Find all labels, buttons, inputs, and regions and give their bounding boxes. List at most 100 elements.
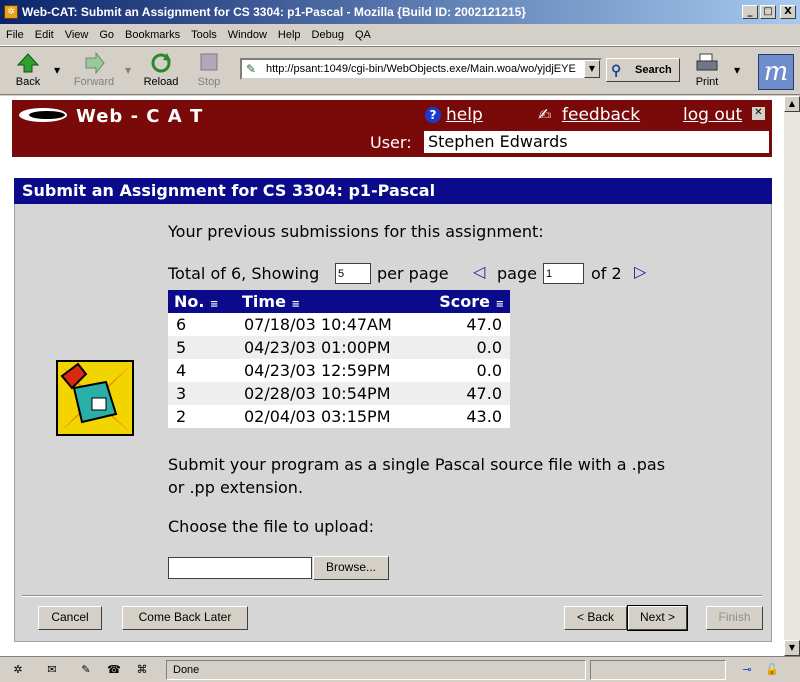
irc-icon[interactable]: ⌘ (134, 663, 150, 677)
cell-score: 47.0 (408, 313, 510, 336)
menu-bookmarks[interactable]: Bookmarks (119, 25, 185, 41)
feedback-link[interactable]: feedback (562, 105, 640, 125)
page-input[interactable] (543, 263, 584, 284)
reload-button[interactable]: Reload (142, 52, 180, 88)
online-status-icon[interactable]: ⊸ (736, 663, 758, 677)
print-button[interactable]: Print (690, 52, 724, 88)
choose-file-label: Choose the file to upload: (168, 517, 374, 536)
minimize-button[interactable]: _ (742, 5, 758, 19)
next-step-button[interactable]: Next > (627, 605, 688, 631)
table-row[interactable]: 5 04/23/03 01:00PM 0.0 (168, 336, 510, 359)
security-lock-icon: 🔓 (765, 663, 779, 676)
forward-dropdown-icon[interactable]: ▼ (125, 66, 131, 75)
sort-icon: ≡ (210, 299, 219, 310)
window-title: Web-CAT: Submit an Assignment for CS 330… (22, 5, 526, 19)
back-button[interactable]: Back (12, 52, 44, 88)
submit-illustration-icon (56, 360, 134, 436)
cell-score: 47.0 (408, 382, 510, 405)
reload-icon (149, 52, 173, 74)
forward-button[interactable]: Forward (70, 51, 118, 88)
menu-view[interactable]: View (59, 25, 94, 41)
next-page-icon[interactable]: ▷ (634, 262, 646, 281)
scroll-up-icon[interactable]: ▲ (784, 96, 800, 112)
search-icon: ⚲ (611, 62, 622, 78)
mozilla-logo-icon: m (758, 54, 794, 90)
cell-number: 2 (168, 405, 236, 428)
menu-window[interactable]: Window (222, 25, 272, 41)
col-header-number[interactable]: No. ≡ (168, 290, 236, 313)
back-step-button[interactable]: < Back (564, 606, 627, 630)
reload-label: Reload (143, 76, 179, 88)
composer-icon[interactable]: ✎ (78, 663, 94, 677)
cell-number: 3 (168, 382, 236, 405)
progress-cell (590, 660, 726, 680)
navigator-icon[interactable]: ✲ (10, 663, 26, 677)
print-dropdown-icon[interactable]: ▼ (734, 66, 740, 75)
printer-icon (695, 52, 719, 74)
stop-button[interactable]: Stop (194, 52, 224, 88)
maximize-button[interactable]: □ (760, 5, 776, 19)
cell-time: 07/18/03 10:47AM (236, 313, 408, 336)
come-back-later-button[interactable]: Come Back Later (122, 606, 248, 630)
menu-qa[interactable]: QA (349, 25, 376, 41)
forward-arrow-icon (82, 51, 106, 75)
cell-time: 02/04/03 03:15PM (236, 405, 408, 428)
close-button[interactable]: X (780, 5, 796, 19)
total-text: Total of 6, Showing (168, 264, 320, 283)
back-dropdown-icon[interactable]: ▼ (54, 66, 60, 75)
finish-button[interactable]: Finish (706, 606, 763, 630)
url-bar[interactable]: ✎ http://psant:1049/cgi-bin/WebObjects.e… (240, 58, 602, 80)
mail-icon[interactable]: ✉ (44, 663, 60, 677)
cell-number: 6 (168, 313, 236, 336)
vertical-scrollbar[interactable]: ▲ ▼ (784, 96, 800, 656)
cell-time: 04/23/03 01:00PM (236, 336, 408, 359)
per-page-input[interactable] (335, 263, 371, 284)
menu-bar: File Edit View Go Bookmarks Tools Window Help De… (0, 25, 800, 46)
page-count-text: of 2 (591, 264, 622, 283)
table-row[interactable]: 3 02/28/03 10:54PM 47.0 (168, 382, 510, 405)
col-header-time[interactable]: Time ≡ (236, 290, 408, 313)
brand-name: Web - C A T (76, 106, 204, 127)
logout-icon[interactable]: ✕ (752, 107, 765, 120)
mozilla-app-icon: ✲ (4, 5, 18, 19)
logout-link[interactable]: log out (683, 105, 742, 125)
help-link[interactable]: help (446, 105, 483, 125)
menu-file[interactable]: File (0, 25, 29, 41)
search-label: Search (635, 64, 672, 76)
table-header-row: No. ≡ Time ≡ Score ≡ (168, 290, 510, 313)
upload-instructions-line1: Submit your program as a single Pascal s… (168, 455, 666, 474)
cell-time: 02/28/03 10:54PM (236, 382, 408, 405)
menu-help[interactable]: Help (272, 25, 306, 41)
menu-edit[interactable]: Edit (29, 25, 59, 41)
page-proxy-icon: ✎ (246, 62, 257, 76)
previous-page-icon[interactable]: ◁ (473, 262, 485, 281)
panel-title: Submit an Assignment for CS 3304: p1-Pas… (14, 178, 772, 204)
submissions-table: No. ≡ Time ≡ Score ≡ 6 07/18/03 10:47AM 47… (168, 290, 510, 428)
sort-icon: ≡ (291, 299, 300, 310)
search-button[interactable]: ⚲ Search (606, 58, 680, 82)
menu-debug[interactable]: Debug (306, 25, 349, 41)
menu-tools[interactable]: Tools (185, 25, 222, 41)
back-label: Back (15, 76, 41, 88)
cell-score: 0.0 (408, 336, 510, 359)
table-row[interactable]: 4 04/23/03 12:59PM 0.0 (168, 359, 510, 382)
button-separator (22, 595, 762, 597)
addressbook-icon[interactable]: ☎ (106, 663, 122, 677)
table-row[interactable]: 2 02/04/03 03:15PM 43.0 (168, 405, 510, 428)
window-title-bar[interactable]: ✲ Web-CAT: Submit an Assignment for CS 3… (0, 0, 800, 25)
menu-go[interactable]: Go (93, 25, 119, 41)
status-text: Done (173, 664, 200, 676)
print-label: Print (695, 76, 719, 88)
page-text: page (497, 264, 537, 283)
previous-submissions-heading: Your previous submissions for this assig… (168, 222, 544, 241)
cancel-button[interactable]: Cancel (38, 606, 102, 630)
stop-label: Stop (197, 76, 221, 88)
url-dropdown-icon[interactable]: ▼ (584, 60, 600, 78)
cell-score: 0.0 (408, 359, 510, 382)
forward-label: Forward (73, 76, 115, 88)
scroll-down-icon[interactable]: ▼ (784, 640, 800, 656)
browse-button[interactable]: Browse... (313, 556, 389, 580)
file-path-input[interactable] (168, 557, 312, 579)
col-header-score[interactable]: Score ≡ (408, 290, 510, 313)
table-row[interactable]: 6 07/18/03 10:47AM 47.0 (168, 313, 510, 336)
